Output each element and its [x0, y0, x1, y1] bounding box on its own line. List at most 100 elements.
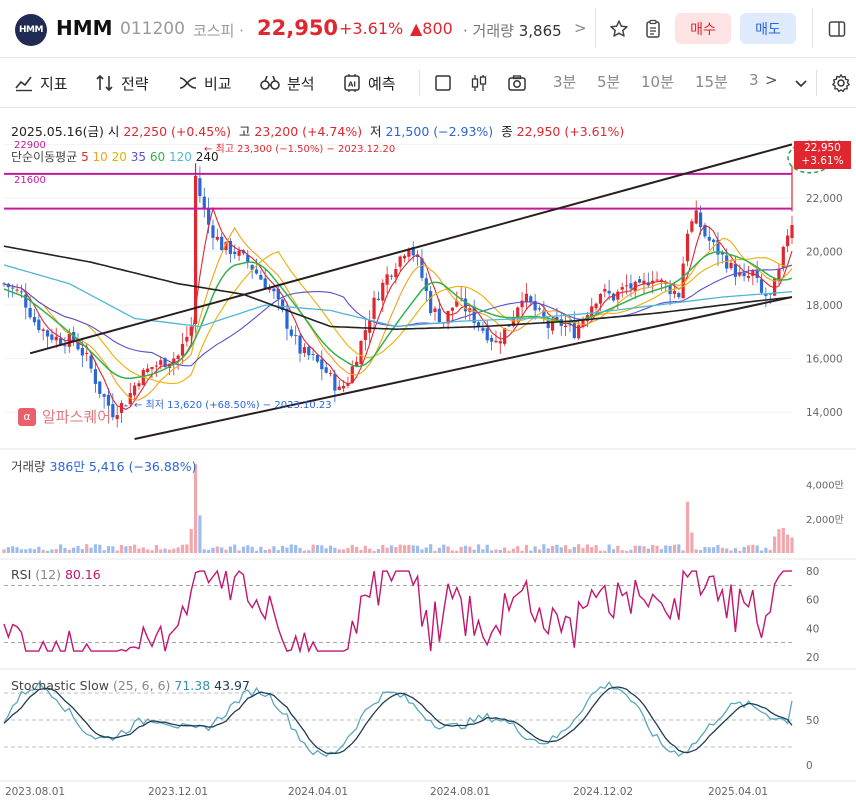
change-percent: +3.61%: [339, 19, 404, 38]
volume-bar: [537, 549, 542, 553]
sell-button[interactable]: 매도: [740, 13, 796, 44]
volume-bar: [603, 550, 607, 553]
compare-button[interactable]: 비교: [178, 70, 232, 96]
candle-body: [476, 322, 481, 326]
candle-body: [742, 272, 746, 277]
candle-body: [237, 250, 241, 256]
volume-bar: [781, 527, 785, 553]
volume-bar: [524, 544, 529, 553]
price-axis-tick: 14,000: [806, 407, 843, 419]
volume-bar: [690, 532, 694, 553]
candle-body: [102, 394, 106, 397]
candle-body: [111, 404, 115, 418]
volume-bar: [111, 546, 115, 553]
candle-body: [603, 288, 607, 292]
volume-bar: [716, 544, 720, 553]
volume-bar: [311, 544, 315, 553]
candle-body: [37, 319, 41, 331]
candle-body: [481, 328, 485, 331]
volume-axis-tick: 4,000만: [806, 480, 844, 492]
volume-bar: [764, 547, 768, 553]
low-label: 저: [370, 124, 382, 139]
volume-bar: [437, 547, 441, 553]
volume-bar: [455, 550, 459, 553]
volume-bar: [341, 549, 346, 553]
volume-bar: [45, 550, 50, 553]
candle-body: [311, 353, 315, 355]
header-more-chevron[interactable]: >: [574, 19, 587, 37]
candle-body: [98, 381, 102, 394]
clipboard-icon[interactable]: [640, 16, 666, 42]
analysis-button[interactable]: 분석: [259, 70, 315, 96]
candle-body: [115, 415, 119, 420]
buy-button[interactable]: 매수: [675, 13, 731, 44]
candle-body: [220, 236, 224, 251]
candle-body: [707, 236, 711, 241]
candle-body: [28, 307, 32, 318]
camera-icon[interactable]: [504, 70, 530, 96]
interval-3min[interactable]: 3분: [553, 71, 576, 92]
square-draw-icon[interactable]: [430, 70, 456, 96]
candlestick-icon[interactable]: [466, 70, 492, 96]
volume-bar: [228, 546, 232, 553]
volume-bar: [746, 545, 751, 553]
open-value: 22,250 (+0.45%): [123, 124, 231, 139]
chevron-down-icon[interactable]: [788, 70, 814, 96]
volume-bar: [154, 544, 158, 553]
moving-average-5: [3, 206, 793, 411]
rsi-legend[interactable]: RSI (12) 80.16: [11, 567, 101, 582]
volume-bar: [359, 549, 363, 553]
strategy-button[interactable]: 전략: [95, 70, 149, 96]
volume-bar: [620, 550, 624, 553]
moving-average-60: [3, 251, 793, 380]
star-icon[interactable]: [606, 16, 632, 42]
candle-body: [389, 275, 394, 277]
alphasquare-logo-icon: α: [18, 407, 36, 426]
chart-area[interactable]: 14,00016,00018,00020,00022,00024,0002,00…: [0, 109, 856, 806]
volume-bar: [368, 548, 372, 553]
candle-body: [781, 246, 785, 268]
sidebar-icon[interactable]: [824, 16, 850, 42]
volume-bar: [137, 548, 141, 553]
volume-bar: [450, 550, 455, 553]
volume-bar: [590, 546, 594, 553]
stochastic-k: 71.38: [174, 678, 211, 693]
volume-bar: [363, 545, 367, 553]
interval-15min[interactable]: 15분: [695, 71, 728, 92]
volume-bar: [550, 546, 555, 553]
ai-predict-button[interactable]: AI 예측: [342, 70, 396, 96]
interval-5min[interactable]: 5분: [597, 71, 620, 92]
volume-bar: [642, 546, 646, 553]
volume-legend[interactable]: 거래량 386만 5,416 (−36.88%): [11, 456, 196, 475]
interval-10min[interactable]: 10분: [641, 71, 674, 92]
candle-body: [85, 352, 89, 354]
candle-body: [398, 256, 402, 267]
volume-bar: [85, 544, 89, 553]
volume-bar: [520, 550, 524, 553]
volume-bar: [585, 544, 589, 553]
volume-bar: [259, 546, 263, 553]
volume-bar: [2, 549, 6, 553]
stochastic-legend[interactable]: Stochastic Slow (25, 6, 6) 71.38 43.97: [11, 678, 250, 693]
ma-10: 10: [92, 150, 108, 164]
volume-bar: [350, 544, 354, 553]
indicator-button[interactable]: 지표: [14, 70, 68, 96]
volume-bar: [58, 544, 63, 553]
volume-bar: [564, 545, 568, 553]
volume-bar: [511, 548, 515, 553]
volume-bar: [207, 549, 211, 553]
volume-bar: [720, 547, 724, 553]
candle-body: [185, 336, 189, 342]
gear-icon[interactable]: [828, 70, 854, 96]
price-axis-tick: 16,000: [806, 354, 843, 366]
interval-more[interactable]: 3: [749, 71, 759, 89]
candle-body: [376, 298, 381, 300]
candle-body: [315, 354, 320, 362]
volume-bar: [485, 544, 489, 553]
candle-body: [63, 345, 67, 347]
interval-scroll-right[interactable]: >: [765, 71, 778, 89]
moving-average-35: [3, 264, 793, 367]
volume-bar: [76, 545, 80, 553]
candle-body: [629, 283, 633, 289]
indicator-icon: [15, 76, 32, 92]
